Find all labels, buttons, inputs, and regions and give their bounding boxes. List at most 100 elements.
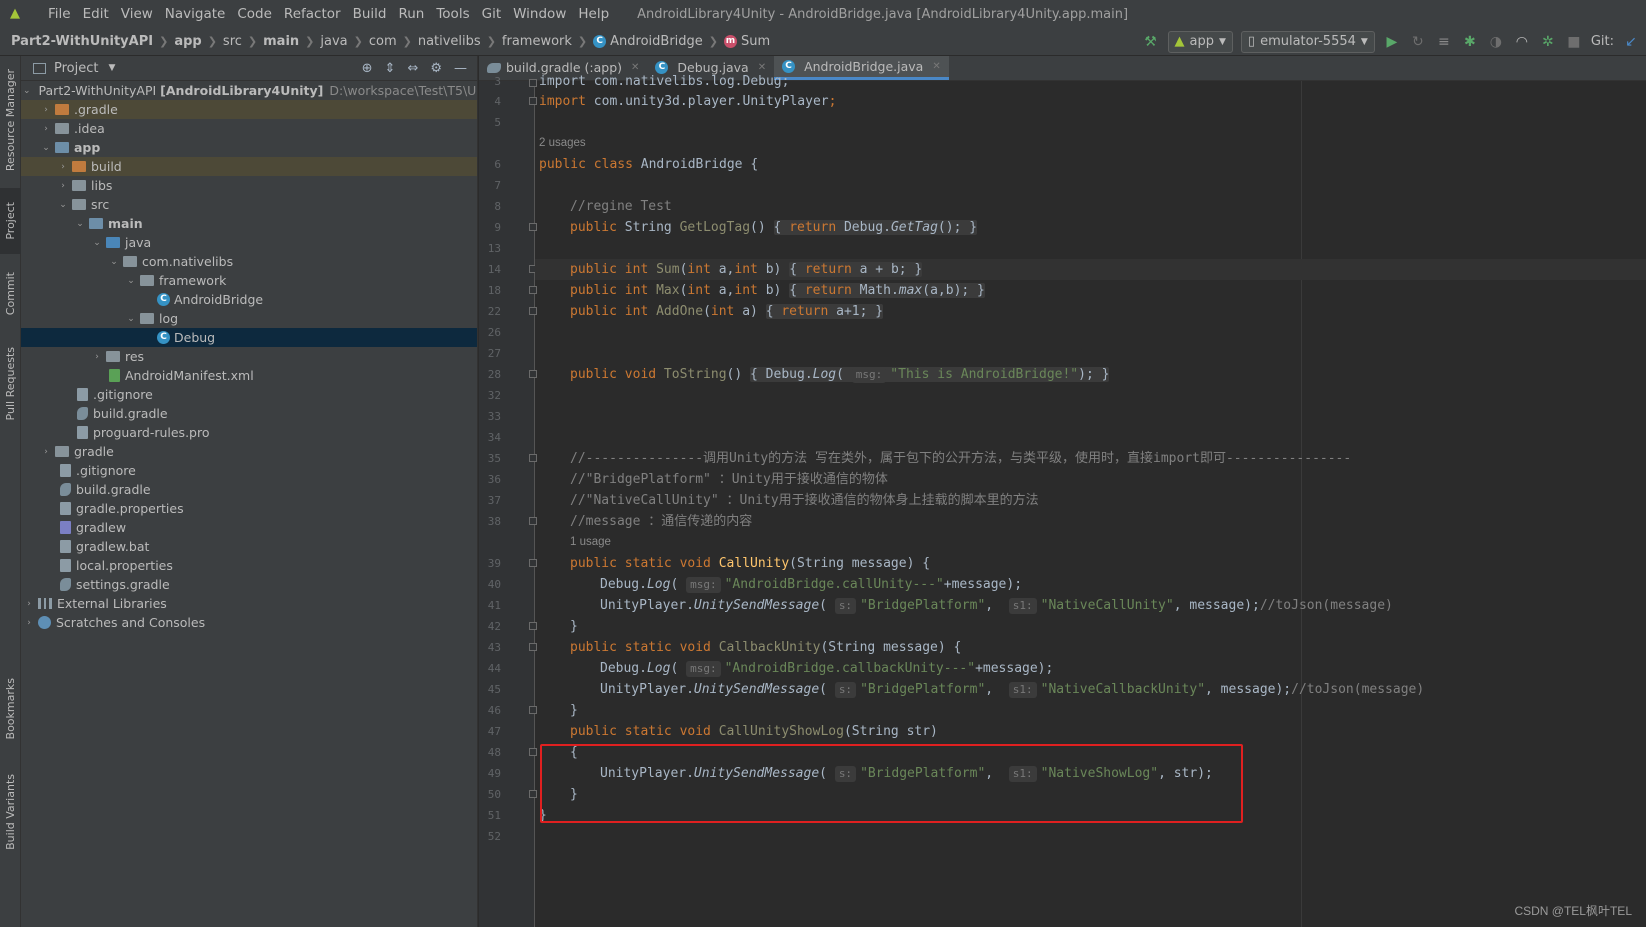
chevron-right-icon[interactable]: › xyxy=(57,162,69,172)
fold-marker-icon[interactable] xyxy=(529,706,537,714)
fold-marker-icon[interactable] xyxy=(529,790,537,798)
fold-marker-icon[interactable] xyxy=(529,643,537,651)
locate-icon[interactable]: ⊕ xyxy=(362,61,373,76)
tree-node-debug[interactable]: C Debug xyxy=(21,328,477,347)
hide-icon[interactable]: — xyxy=(454,61,467,76)
tree-node-src[interactable]: ⌄ src xyxy=(21,195,477,214)
chevron-down-icon[interactable]: ⌄ xyxy=(74,219,86,229)
run-config-select[interactable]: ▲ app ▼ xyxy=(1167,30,1233,53)
tab-androidbridge-java[interactable]: C AndroidBridge.java ✕ xyxy=(774,56,949,80)
breadcrumb-com[interactable]: com xyxy=(369,34,397,49)
breadcrumb-project[interactable]: Part2-WithUnityAPI xyxy=(11,34,153,49)
fold-marker-icon[interactable] xyxy=(529,517,537,525)
run-icon[interactable]: ▶ xyxy=(1383,34,1401,50)
chevron-down-icon[interactable]: ▼ xyxy=(108,63,115,73)
menu-refactor[interactable]: Refactor xyxy=(278,6,347,22)
coverage-icon[interactable]: ◑ xyxy=(1487,34,1505,50)
fold-marker-icon[interactable] xyxy=(529,97,537,105)
breadcrumb-main[interactable]: main xyxy=(263,34,299,49)
chevron-right-icon[interactable]: › xyxy=(23,618,35,628)
chevron-right-icon[interactable]: › xyxy=(23,599,35,609)
expand-all-icon[interactable]: ⇕ xyxy=(385,61,396,76)
menu-window[interactable]: Window xyxy=(507,6,572,22)
usages-hint[interactable]: 1 usage xyxy=(570,532,611,553)
fold-marker-icon[interactable] xyxy=(529,622,537,630)
breadcrumb-framework[interactable]: framework xyxy=(502,34,572,49)
tree-node-local-properties[interactable]: local.properties xyxy=(21,556,477,575)
tree-node-settings-gradle[interactable]: settings.gradle xyxy=(21,575,477,594)
fold-marker-icon[interactable] xyxy=(529,286,537,294)
fold-marker-icon[interactable] xyxy=(529,307,537,315)
breadcrumb-src[interactable]: src xyxy=(223,34,242,49)
tree-node-gradle[interactable]: › gradle xyxy=(21,442,477,461)
device-select[interactable]: ▯ emulator-5554 ▼ xyxy=(1240,30,1375,53)
code-view[interactable]: 3 4 5 6 7 8 9 13 14 18 22 26 27 28 32 33… xyxy=(479,74,1646,927)
tree-node-external-libraries[interactable]: › External Libraries xyxy=(21,594,477,613)
tree-node-res[interactable]: › res xyxy=(21,347,477,366)
breadcrumb-method[interactable]: m Sum xyxy=(724,34,770,49)
tree-node-libs[interactable]: › libs xyxy=(21,176,477,195)
debug-icon[interactable]: ✱ xyxy=(1461,34,1479,50)
tree-node-scratches[interactable]: › Scratches and Consoles xyxy=(21,613,477,632)
tree-node-build[interactable]: › build xyxy=(21,157,477,176)
fold-marker-icon[interactable] xyxy=(529,223,537,231)
tree-node-package[interactable]: ⌄ com.nativelibs xyxy=(21,252,477,271)
gear-icon[interactable]: ⚙ xyxy=(430,61,442,76)
tree-node-app-build-gradle[interactable]: build.gradle xyxy=(21,404,477,423)
usages-hint[interactable]: 2 usages xyxy=(539,133,586,154)
tree-node-root-gitignore[interactable]: .gitignore xyxy=(21,461,477,480)
menu-git[interactable]: Git xyxy=(476,6,508,22)
tree-node-framework[interactable]: ⌄ framework xyxy=(21,271,477,290)
tree-node-gradle-cache[interactable]: › .gradle xyxy=(21,100,477,119)
rerun-icon[interactable]: ↻ xyxy=(1409,34,1427,50)
chevron-down-icon[interactable]: ⌄ xyxy=(40,143,52,153)
chevron-down-icon[interactable]: ⌄ xyxy=(108,257,120,267)
tool-tab-pull-requests[interactable]: Pull Requests xyxy=(0,336,21,432)
tool-tab-build-variants[interactable]: Build Variants xyxy=(0,764,21,860)
breadcrumb-app[interactable]: app xyxy=(174,34,201,49)
tool-tab-commit[interactable]: Commit xyxy=(0,262,21,326)
stop-icon[interactable]: ■ xyxy=(1565,34,1583,50)
menu-tools[interactable]: Tools xyxy=(430,6,475,22)
fold-marker-icon[interactable] xyxy=(529,79,537,87)
hammer-build-icon[interactable]: ⚒ xyxy=(1142,34,1160,50)
project-view-select[interactable]: Project xyxy=(54,61,98,76)
tree-node-gradle-properties[interactable]: gradle.properties xyxy=(21,499,477,518)
tree-node-idea[interactable]: › .idea xyxy=(21,119,477,138)
menu-build[interactable]: Build xyxy=(347,6,393,22)
git-update-icon[interactable]: ↙ xyxy=(1622,34,1640,50)
apply-changes-icon[interactable]: ≡ xyxy=(1435,34,1453,50)
fold-marker-icon[interactable] xyxy=(529,370,537,378)
menu-view[interactable]: View xyxy=(115,6,159,22)
breadcrumb-nativelibs[interactable]: nativelibs xyxy=(418,34,481,49)
menu-code[interactable]: Code xyxy=(231,6,278,22)
tree-node-main[interactable]: ⌄ main xyxy=(21,214,477,233)
tool-tab-project[interactable]: Project xyxy=(0,188,21,254)
fold-marker-icon[interactable] xyxy=(529,748,537,756)
menu-help[interactable]: Help xyxy=(572,6,615,22)
tree-node-proguard[interactable]: proguard-rules.pro xyxy=(21,423,477,442)
tool-tab-bookmarks[interactable]: Bookmarks xyxy=(0,668,21,750)
chevron-right-icon[interactable]: › xyxy=(40,447,52,457)
tool-tab-resource-manager[interactable]: Resource Manager xyxy=(0,64,21,176)
fold-marker-icon[interactable] xyxy=(529,559,537,567)
tree-node-app[interactable]: ⌄ app xyxy=(21,138,477,157)
tree-node-androidbridge[interactable]: C AndroidBridge xyxy=(21,290,477,309)
attach-debugger-icon[interactable]: ✲ xyxy=(1539,34,1557,50)
chevron-down-icon[interactable]: ⌄ xyxy=(57,200,69,210)
breadcrumb-class[interactable]: C AndroidBridge xyxy=(593,34,703,49)
chevron-right-icon[interactable]: › xyxy=(91,352,103,362)
menu-navigate[interactable]: Navigate xyxy=(159,6,232,22)
close-icon[interactable]: ✕ xyxy=(932,61,940,72)
chevron-right-icon[interactable]: › xyxy=(40,124,52,134)
chevron-down-icon[interactable]: ⌄ xyxy=(91,238,103,248)
tree-node-java[interactable]: ⌄ java xyxy=(21,233,477,252)
chevron-right-icon[interactable]: › xyxy=(40,105,52,115)
chevron-down-icon[interactable]: ⌄ xyxy=(125,276,137,286)
fold-marker-icon[interactable] xyxy=(529,454,537,462)
tree-node-manifest[interactable]: AndroidManifest.xml xyxy=(21,366,477,385)
tree-node-gradlew-bat[interactable]: gradlew.bat xyxy=(21,537,477,556)
collapse-all-icon[interactable]: ⇔ xyxy=(407,61,418,76)
tree-node-gradlew[interactable]: gradlew xyxy=(21,518,477,537)
tree-node-root-build-gradle[interactable]: build.gradle xyxy=(21,480,477,499)
